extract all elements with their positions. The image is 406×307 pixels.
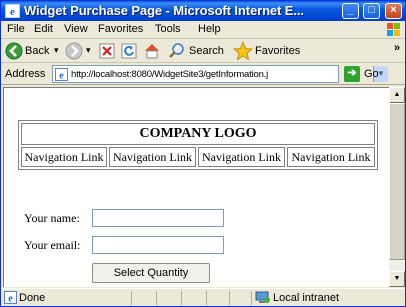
status-divider (229, 291, 230, 305)
menu-help[interactable]: Help (198, 23, 221, 35)
menu-file[interactable]: File (7, 23, 25, 35)
status-divider (251, 291, 252, 305)
maximize-button[interactable]: □ (363, 3, 380, 19)
status-text: Done (19, 292, 46, 304)
svg-text:e: e (59, 71, 64, 82)
nav-link-3[interactable]: Navigation Link (198, 147, 285, 167)
status-divider (206, 291, 207, 305)
toolbar: Back ▾ ▾ Search Favorites » (1, 39, 405, 63)
svg-text:e: e (10, 6, 15, 18)
page-icon: e (55, 68, 68, 81)
email-input[interactable] (92, 236, 224, 254)
local-intranet-icon (255, 291, 270, 303)
scroll-thumb[interactable] (389, 103, 405, 260)
windows-logo-icon (387, 23, 400, 36)
status-divider (181, 291, 182, 305)
vertical-scrollbar[interactable]: ▲ ▼ (389, 87, 405, 287)
address-input[interactable]: e http://localhost:8080/WidgetSite3/getI… (52, 65, 388, 83)
refresh-icon[interactable] (120, 41, 138, 61)
nav-link-2[interactable]: Navigation Link (109, 147, 196, 167)
status-divider (156, 291, 157, 305)
nav-link-1[interactable]: Navigation Link (21, 147, 107, 167)
search-button-label[interactable]: Search (189, 45, 224, 57)
go-button-label[interactable]: Go (364, 68, 379, 80)
status-divider (131, 291, 132, 305)
back-arrow-icon[interactable] (5, 41, 23, 61)
forward-dropdown-icon[interactable]: ▾ (86, 45, 91, 56)
menu-view[interactable]: View (64, 23, 88, 35)
favorites-star-icon[interactable] (233, 41, 253, 61)
company-logo: COMPANY LOGO (21, 123, 375, 145)
minimize-button[interactable]: _ (342, 3, 359, 19)
back-dropdown-icon[interactable]: ▾ (54, 45, 59, 56)
email-label: Your email: (24, 238, 81, 252)
select-quantity-button[interactable]: Select Quantity (92, 263, 210, 283)
scroll-up-icon[interactable]: ▲ (389, 87, 405, 103)
close-button[interactable]: × (385, 3, 402, 19)
page-done-icon: e (4, 291, 17, 304)
scroll-down-icon[interactable]: ▼ (389, 271, 405, 287)
home-icon[interactable] (143, 41, 161, 61)
status-bar: e Done Local intranet (1, 288, 405, 306)
search-icon[interactable] (168, 41, 186, 61)
header-table: COMPANY LOGO Navigation Link Navigation … (18, 120, 378, 170)
window-title: Widget Purchase Page - Microsoft Interne… (24, 3, 304, 18)
browser-window: e Widget Purchase Page - Microsoft Inter… (0, 0, 406, 307)
page-content: COMPANY LOGO Navigation Link Navigation … (3, 87, 389, 287)
menu-favorites[interactable]: Favorites (98, 23, 143, 35)
security-zone-text: Local intranet (273, 292, 340, 304)
title-bar[interactable]: e Widget Purchase Page - Microsoft Inter… (1, 1, 405, 21)
name-input[interactable] (92, 209, 224, 227)
address-label: Address (5, 68, 46, 80)
forward-arrow-icon[interactable] (65, 41, 83, 61)
favorites-button-label[interactable]: Favorites (255, 45, 300, 57)
ie-icon: e (5, 4, 20, 18)
address-url[interactable]: http://localhost:8080/WidgetSite3/getInf… (71, 69, 319, 80)
toolbar-overflow-chevron[interactable]: » (394, 42, 400, 54)
name-label: Your name: (24, 211, 80, 225)
address-bar: Address e http://localhost:8080/WidgetSi… (1, 63, 405, 85)
svg-text:e: e (8, 294, 13, 305)
go-arrow-icon[interactable]: ➔ (344, 66, 360, 82)
menu-bar: File Edit View Favorites Tools Help (1, 21, 405, 39)
menu-edit[interactable]: Edit (34, 23, 53, 35)
page-canvas: COMPANY LOGO Navigation Link Navigation … (4, 88, 389, 287)
nav-link-4[interactable]: Navigation Link (287, 147, 375, 167)
menu-tools[interactable]: Tools (155, 23, 181, 35)
stop-icon[interactable] (98, 41, 116, 61)
back-button-label[interactable]: Back (25, 45, 49, 57)
